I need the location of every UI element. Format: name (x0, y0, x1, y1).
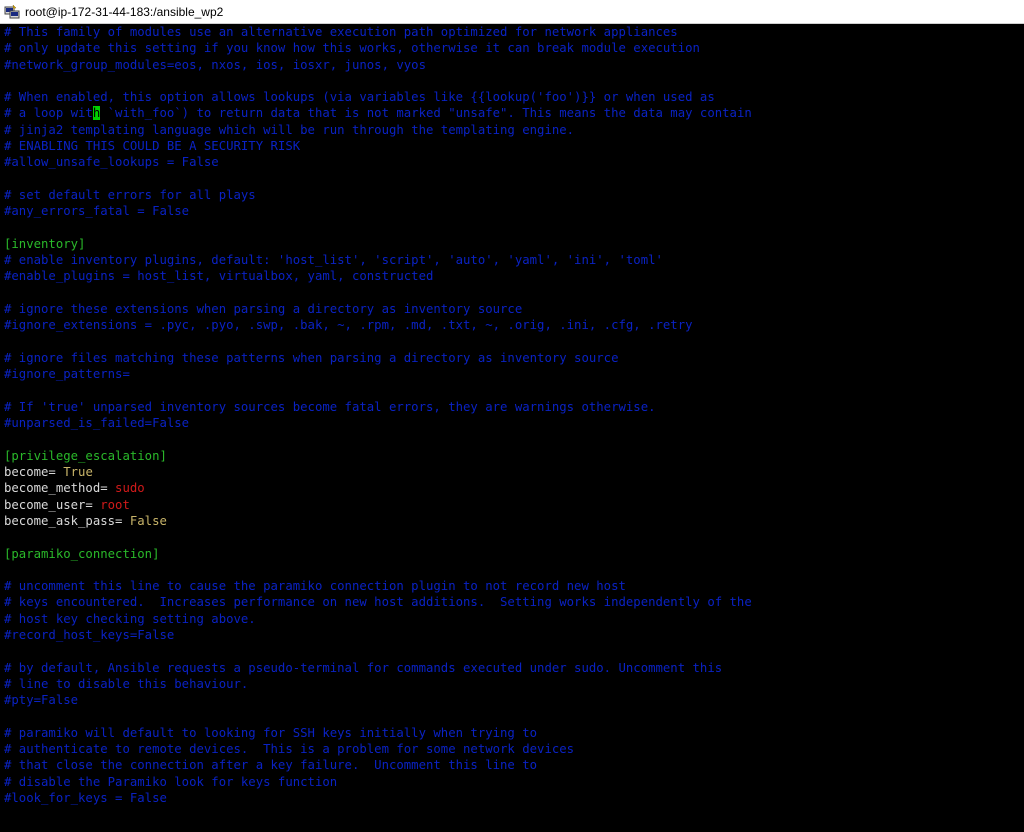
setting-value: root (92, 497, 130, 512)
code-line: #ignore_patterns= (4, 367, 130, 382)
line-text: plating language which will be run throu… (92, 122, 575, 137)
terminal-window: root@ip-172-31-44-183:/ansible_wp2 # Thi… (0, 0, 1024, 832)
code-line: #allow_unsafe_lookups = False (4, 155, 219, 170)
code-line: #pty=False (4, 693, 79, 708)
code-line: # When enabled, this option allows looku… (4, 89, 1020, 105)
setting-key: become_method= (4, 481, 108, 496)
code-line: # host key checking setting above. (4, 611, 256, 626)
window-title: root@ip-172-31-44-183:/ansible_wp2 (25, 4, 224, 19)
code-line: # ignore these extensions when parsing a… (4, 302, 523, 317)
setting-value: sudo (107, 481, 145, 496)
setting-become-ask-pass: become_ask_pass= False (4, 513, 1020, 529)
putty-icon (4, 3, 20, 18)
code-line: #enable_plugins = host_list, virtualbox,… (4, 269, 434, 284)
code-line: # line to disable this behaviour. (4, 676, 249, 691)
code-line: # enable inventory plugins, default: 'ho… (4, 253, 663, 268)
setting-become-method: become_method= sudo (4, 480, 1020, 496)
code-line: # only update this setting if you know h… (4, 41, 700, 56)
code-line: # authenticate to remote devices. This i… (4, 742, 575, 757)
setting-value: True (55, 465, 93, 480)
setting-key: become= (4, 465, 56, 480)
section-header-privilege-escalation: [privilege_escalation] (4, 448, 167, 463)
code-line: #ignore_extensions = .pyc, .pyo, .swp, .… (4, 318, 693, 333)
line-text: led, this option allows lookups (via var… (85, 90, 715, 105)
code-line: # This family of modules use an alternat… (4, 25, 678, 39)
setting-key: become_user= (4, 497, 93, 512)
section-header-inventory: [inventory] (4, 236, 86, 251)
editor-buffer: # This family of modules use an alternat… (4, 24, 1020, 806)
code-line: # paramiko will default to looking for S… (4, 725, 538, 740)
code-line: # If 'true' unparsed inventory sources b… (4, 399, 656, 414)
code-line: # keys encountered. Increases performanc… (4, 595, 752, 610)
code-line: # a loop with `with_foo`) to return data… (4, 105, 1020, 121)
code-line: #record_host_keys=False (4, 627, 175, 642)
code-line: # jinja2 templating language which will … (4, 122, 1020, 138)
code-line: # set default errors for all plays (4, 187, 256, 202)
code-line: # by default, Ansible requests a pseudo-… (4, 660, 723, 675)
code-line: #network_group_modules=eos, nxos, ios, i… (4, 57, 426, 72)
code-line: # ignore files matching these patterns w… (4, 350, 619, 365)
title-bar[interactable]: root@ip-172-31-44-183:/ansible_wp2 (0, 0, 1024, 24)
line-text: # jinja2 tem (4, 122, 93, 137)
code-line: #any_errors_fatal = False (4, 204, 190, 219)
setting-value: False (122, 513, 167, 528)
terminal-screen[interactable]: # This family of modules use an alternat… (0, 24, 1024, 832)
line-text: # When enab (4, 90, 86, 105)
line-text: # a loop wit (4, 106, 93, 121)
setting-become-user: become_user= root (4, 497, 1020, 513)
section-header-paramiko-connection: [paramiko_connection] (4, 546, 160, 561)
code-line: # disable the Paramiko look for keys fun… (4, 774, 338, 789)
line-text: `with_foo`) to return data that is not m… (100, 106, 752, 121)
code-line: #look_for_keys = False (4, 790, 167, 805)
code-line: #unparsed_is_failed=False (4, 416, 190, 431)
code-line: # uncomment this line to cause the param… (4, 579, 626, 594)
code-line: # ENABLING THIS COULD BE A SECURITY RISK (4, 139, 301, 154)
code-line: # that close the connection after a key … (4, 758, 538, 773)
setting-become: become= True (4, 464, 1020, 480)
setting-key: become_ask_pass= (4, 513, 123, 528)
